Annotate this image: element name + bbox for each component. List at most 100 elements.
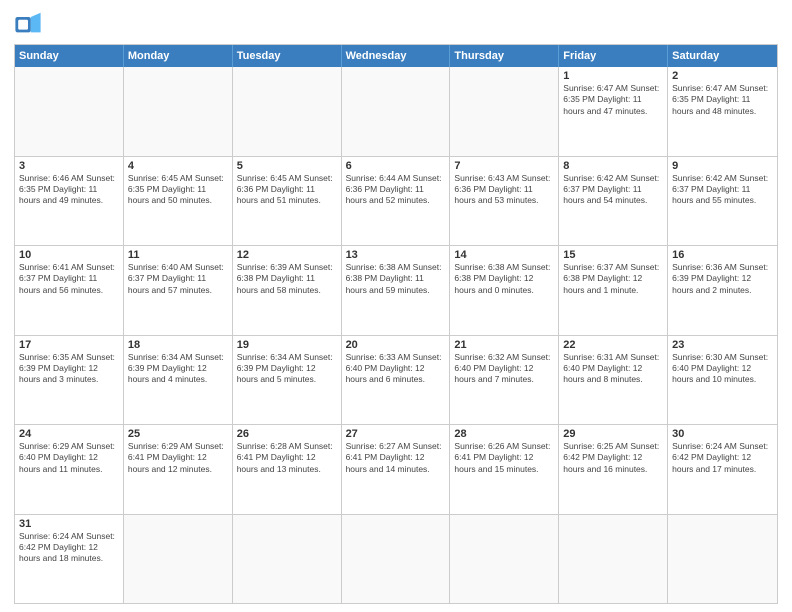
day-info: Sunrise: 6:38 AM Sunset: 6:38 PM Dayligh… <box>454 262 554 296</box>
day-cell-8: 8Sunrise: 6:42 AM Sunset: 6:37 PM Daylig… <box>559 157 668 246</box>
header-day-saturday: Saturday <box>668 45 777 67</box>
day-cell-27: 27Sunrise: 6:27 AM Sunset: 6:41 PM Dayli… <box>342 425 451 514</box>
day-info: Sunrise: 6:39 AM Sunset: 6:38 PM Dayligh… <box>237 262 337 296</box>
day-info: Sunrise: 6:29 AM Sunset: 6:41 PM Dayligh… <box>128 441 228 475</box>
empty-cell-5-4 <box>450 515 559 604</box>
day-cell-10: 10Sunrise: 6:41 AM Sunset: 6:37 PM Dayli… <box>15 246 124 335</box>
day-cell-25: 25Sunrise: 6:29 AM Sunset: 6:41 PM Dayli… <box>124 425 233 514</box>
day-info: Sunrise: 6:25 AM Sunset: 6:42 PM Dayligh… <box>563 441 663 475</box>
page-header <box>14 10 778 38</box>
day-cell-5: 5Sunrise: 6:45 AM Sunset: 6:36 PM Daylig… <box>233 157 342 246</box>
day-info: Sunrise: 6:24 AM Sunset: 6:42 PM Dayligh… <box>19 531 119 565</box>
logo-icon <box>14 10 42 38</box>
day-cell-20: 20Sunrise: 6:33 AM Sunset: 6:40 PM Dayli… <box>342 336 451 425</box>
day-number: 23 <box>672 339 773 351</box>
day-info: Sunrise: 6:42 AM Sunset: 6:37 PM Dayligh… <box>672 173 773 207</box>
day-number: 11 <box>128 249 228 261</box>
day-info: Sunrise: 6:31 AM Sunset: 6:40 PM Dayligh… <box>563 352 663 386</box>
day-cell-29: 29Sunrise: 6:25 AM Sunset: 6:42 PM Dayli… <box>559 425 668 514</box>
day-number: 13 <box>346 249 446 261</box>
header-day-monday: Monday <box>124 45 233 67</box>
empty-cell-0-0 <box>15 67 124 156</box>
day-number: 9 <box>672 160 773 172</box>
day-cell-19: 19Sunrise: 6:34 AM Sunset: 6:39 PM Dayli… <box>233 336 342 425</box>
day-number: 12 <box>237 249 337 261</box>
day-cell-18: 18Sunrise: 6:34 AM Sunset: 6:39 PM Dayli… <box>124 336 233 425</box>
calendar-row-1: 3Sunrise: 6:46 AM Sunset: 6:35 PM Daylig… <box>15 156 777 246</box>
empty-cell-0-1 <box>124 67 233 156</box>
calendar-row-2: 10Sunrise: 6:41 AM Sunset: 6:37 PM Dayli… <box>15 245 777 335</box>
calendar-row-4: 24Sunrise: 6:29 AM Sunset: 6:40 PM Dayli… <box>15 424 777 514</box>
day-number: 2 <box>672 70 773 82</box>
day-number: 10 <box>19 249 119 261</box>
day-number: 8 <box>563 160 663 172</box>
empty-cell-0-4 <box>450 67 559 156</box>
day-cell-31: 31Sunrise: 6:24 AM Sunset: 6:42 PM Dayli… <box>15 515 124 604</box>
day-info: Sunrise: 6:38 AM Sunset: 6:38 PM Dayligh… <box>346 262 446 296</box>
header-day-tuesday: Tuesday <box>233 45 342 67</box>
calendar-row-0: 1 Sunrise: 6:47 AM Sunset: 6:35 PM Daylig… <box>15 67 777 156</box>
day-info: Sunrise: 6:32 AM Sunset: 6:40 PM Dayligh… <box>454 352 554 386</box>
day-info: Sunrise: 6:36 AM Sunset: 6:39 PM Dayligh… <box>672 262 773 296</box>
day-number: 6 <box>346 160 446 172</box>
calendar-body: 1 Sunrise: 6:47 AM Sunset: 6:35 PM Daylig… <box>15 67 777 603</box>
day-info: Sunrise: 6:40 AM Sunset: 6:37 PM Dayligh… <box>128 262 228 296</box>
day-cell-28: 28Sunrise: 6:26 AM Sunset: 6:41 PM Dayli… <box>450 425 559 514</box>
day-cell-9: 9Sunrise: 6:42 AM Sunset: 6:37 PM Daylig… <box>668 157 777 246</box>
day-info: Sunrise: 6:30 AM Sunset: 6:40 PM Dayligh… <box>672 352 773 386</box>
day-info: Sunrise: 6:43 AM Sunset: 6:36 PM Dayligh… <box>454 173 554 207</box>
day-info: Sunrise: 6:46 AM Sunset: 6:35 PM Dayligh… <box>19 173 119 207</box>
day-info: Sunrise: 6:42 AM Sunset: 6:37 PM Dayligh… <box>563 173 663 207</box>
calendar: SundayMondayTuesdayWednesdayThursdayFrid… <box>14 44 778 604</box>
calendar-row-3: 17Sunrise: 6:35 AM Sunset: 6:39 PM Dayli… <box>15 335 777 425</box>
day-number: 28 <box>454 428 554 440</box>
day-info: Sunrise: 6:24 AM Sunset: 6:42 PM Dayligh… <box>672 441 773 475</box>
empty-cell-0-3 <box>342 67 451 156</box>
day-cell-14: 14Sunrise: 6:38 AM Sunset: 6:38 PM Dayli… <box>450 246 559 335</box>
day-info: Sunrise: 6:34 AM Sunset: 6:39 PM Dayligh… <box>128 352 228 386</box>
day-number: 3 <box>19 160 119 172</box>
day-number: 17 <box>19 339 119 351</box>
day-number: 14 <box>454 249 554 261</box>
day-info: Sunrise: 6:37 AM Sunset: 6:38 PM Dayligh… <box>563 262 663 296</box>
day-info: Sunrise: 6:29 AM Sunset: 6:40 PM Dayligh… <box>19 441 119 475</box>
day-cell-7: 7Sunrise: 6:43 AM Sunset: 6:36 PM Daylig… <box>450 157 559 246</box>
header-day-wednesday: Wednesday <box>342 45 451 67</box>
day-number: 27 <box>346 428 446 440</box>
day-info: Sunrise: 6:33 AM Sunset: 6:40 PM Dayligh… <box>346 352 446 386</box>
empty-cell-5-2 <box>233 515 342 604</box>
day-info: Sunrise: 6:45 AM Sunset: 6:35 PM Dayligh… <box>128 173 228 207</box>
day-number: 19 <box>237 339 337 351</box>
day-info: Sunrise: 6:34 AM Sunset: 6:39 PM Dayligh… <box>237 352 337 386</box>
day-cell-11: 11Sunrise: 6:40 AM Sunset: 6:37 PM Dayli… <box>124 246 233 335</box>
calendar-page: SundayMondayTuesdayWednesdayThursdayFrid… <box>0 0 792 612</box>
day-cell-16: 16Sunrise: 6:36 AM Sunset: 6:39 PM Dayli… <box>668 246 777 335</box>
day-cell-1: 1Sunrise: 6:47 AM Sunset: 6:35 PM Daylig… <box>559 67 668 156</box>
logo <box>14 10 46 38</box>
day-info: Sunrise: 6:45 AM Sunset: 6:36 PM Dayligh… <box>237 173 337 207</box>
day-info: Sunrise: 6:44 AM Sunset: 6:36 PM Dayligh… <box>346 173 446 207</box>
day-number: 5 <box>237 160 337 172</box>
empty-cell-0-2 <box>233 67 342 156</box>
day-cell-26: 26Sunrise: 6:28 AM Sunset: 6:41 PM Dayli… <box>233 425 342 514</box>
day-info: Sunrise: 6:47 AM Sunset: 6:35 PM Dayligh… <box>672 83 773 117</box>
day-number: 1 <box>563 70 663 82</box>
day-cell-15: 15Sunrise: 6:37 AM Sunset: 6:38 PM Dayli… <box>559 246 668 335</box>
day-number: 4 <box>128 160 228 172</box>
calendar-header: SundayMondayTuesdayWednesdayThursdayFrid… <box>15 45 777 67</box>
day-number: 20 <box>346 339 446 351</box>
day-number: 30 <box>672 428 773 440</box>
day-number: 26 <box>237 428 337 440</box>
day-cell-6: 6Sunrise: 6:44 AM Sunset: 6:36 PM Daylig… <box>342 157 451 246</box>
day-cell-22: 22Sunrise: 6:31 AM Sunset: 6:40 PM Dayli… <box>559 336 668 425</box>
day-cell-3: 3Sunrise: 6:46 AM Sunset: 6:35 PM Daylig… <box>15 157 124 246</box>
empty-cell-5-6 <box>668 515 777 604</box>
day-number: 31 <box>19 518 119 530</box>
day-info: Sunrise: 6:27 AM Sunset: 6:41 PM Dayligh… <box>346 441 446 475</box>
day-cell-4: 4Sunrise: 6:45 AM Sunset: 6:35 PM Daylig… <box>124 157 233 246</box>
empty-cell-5-5 <box>559 515 668 604</box>
day-number: 24 <box>19 428 119 440</box>
day-number: 15 <box>563 249 663 261</box>
day-cell-24: 24Sunrise: 6:29 AM Sunset: 6:40 PM Dayli… <box>15 425 124 514</box>
empty-cell-5-1 <box>124 515 233 604</box>
